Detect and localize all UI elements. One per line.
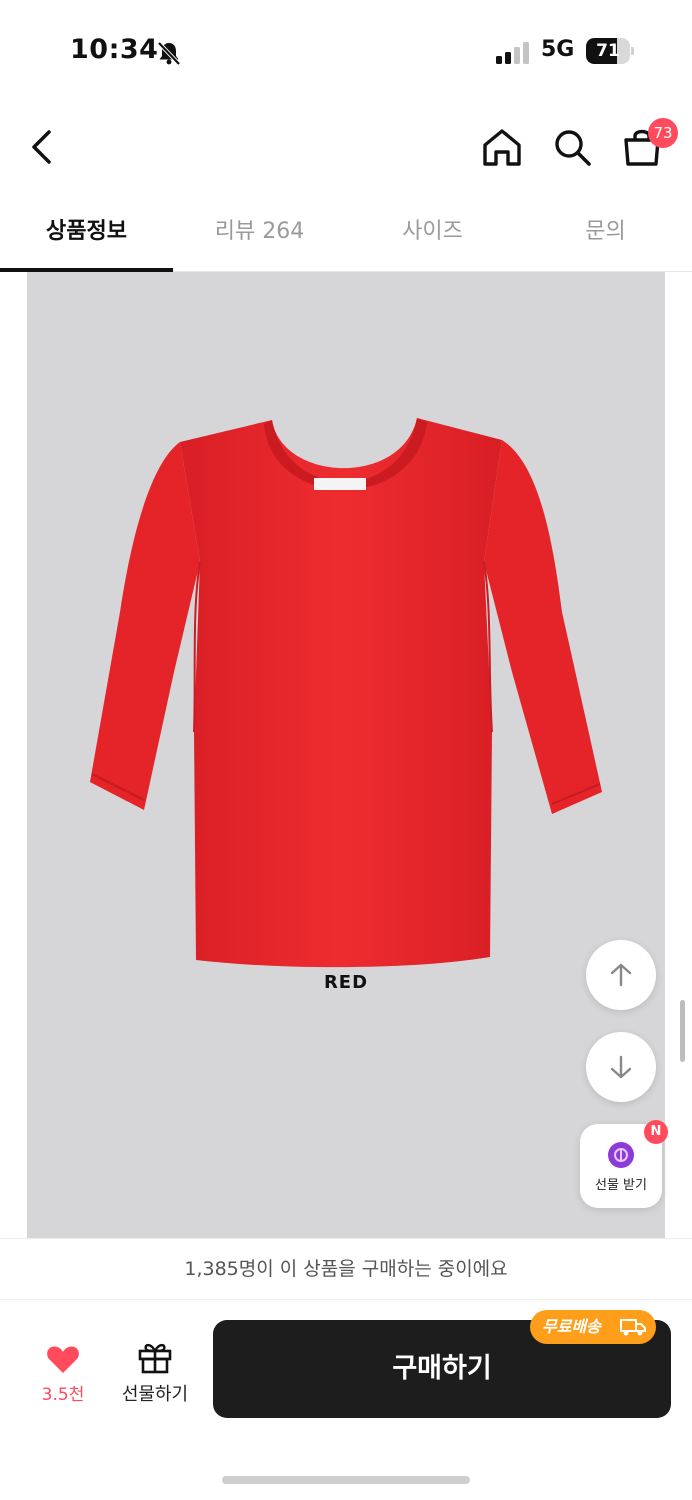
like-button[interactable]: 3.5천 [28, 1340, 98, 1410]
purchasing-now-banner: 1,385명이 이 상품을 구매하는 중이에요 [0, 1238, 692, 1300]
battery-level: 71 [596, 41, 620, 61]
scrollbar[interactable] [680, 1000, 685, 1062]
network-type: 5G [541, 37, 575, 62]
search-icon[interactable] [550, 124, 594, 170]
red-shirt-image [90, 418, 602, 968]
scroll-down-button[interactable] [586, 1032, 656, 1102]
product-tabs: 상품정보 리뷰 264 사이즈 문의 [0, 200, 692, 272]
free-shipping-badge: 무료배송 [530, 1310, 656, 1344]
product-image: RED [27, 272, 665, 1238]
nav-bar [0, 110, 692, 190]
arrow-down-icon [610, 1055, 632, 1079]
color-name-label: RED [323, 972, 369, 993]
tab-reviews[interactable]: 리뷰 264 [173, 200, 346, 272]
heart-icon [47, 1346, 79, 1373]
home-indicator[interactable] [222, 1476, 470, 1484]
tab-size[interactable]: 사이즈 [346, 200, 519, 272]
signal-icon [496, 42, 529, 64]
back-button[interactable] [22, 124, 62, 170]
truck-icon [620, 1319, 646, 1336]
gift-icon [138, 1343, 172, 1374]
tab-product-info[interactable]: 상품정보 [0, 200, 173, 272]
bell-muted-icon [157, 41, 181, 66]
tab-inquiry[interactable]: 문의 [519, 200, 692, 272]
arrow-up-icon [610, 963, 632, 987]
free-shipping-label: 무료배송 [542, 1317, 601, 1336]
cart-count-badge: 73 [648, 118, 678, 148]
home-icon[interactable] [480, 124, 524, 170]
gift-label: 선물하기 [121, 1384, 189, 1405]
status-time: 10:34 [70, 34, 159, 65]
new-badge: N [644, 1120, 668, 1144]
gift-button[interactable]: 선물하기 [112, 1336, 198, 1410]
scroll-up-button[interactable] [586, 940, 656, 1010]
gift-receive-label: 선물 받기 [595, 1178, 647, 1193]
status-bar: 10:34 5G 71 [0, 0, 692, 100]
battery-icon: 71 [586, 38, 634, 64]
gift-receive-icon [608, 1142, 634, 1168]
like-count: 3.5천 [41, 1385, 85, 1405]
